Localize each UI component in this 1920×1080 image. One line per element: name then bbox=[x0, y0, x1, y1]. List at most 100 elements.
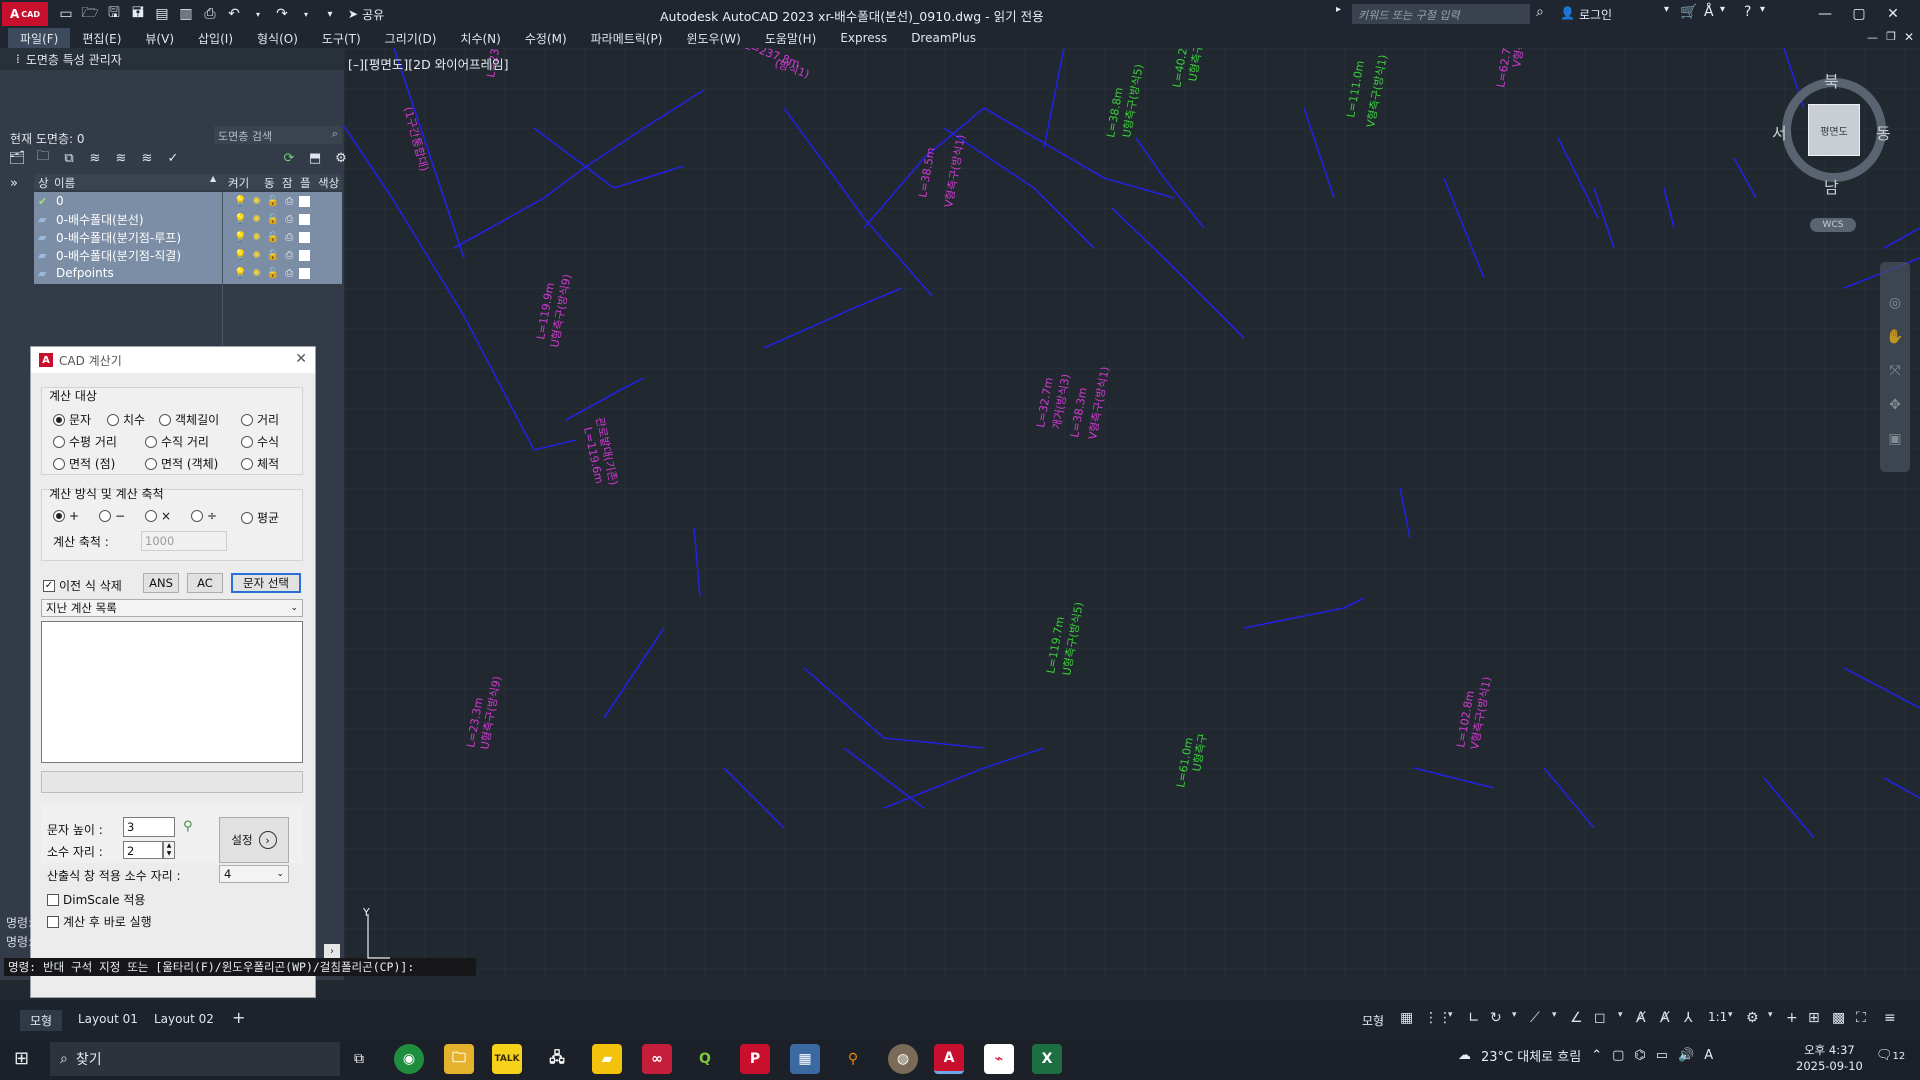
qgis-icon[interactable]: Q bbox=[690, 1044, 720, 1074]
redo-dropdown-icon[interactable]: ▾ bbox=[296, 4, 316, 24]
menu-draw[interactable]: 그리기(D) bbox=[373, 28, 449, 48]
web-mobile-save-icon[interactable]: ▥ bbox=[176, 4, 196, 24]
dimscale-checkbox[interactable]: DimScale 적용 bbox=[47, 891, 145, 908]
object-snap-tracking-icon[interactable]: ∠ bbox=[1570, 1010, 1583, 1026]
compass-south[interactable]: 남 bbox=[1824, 174, 1839, 198]
weather-label[interactable]: 23°C 대체로 흐림 bbox=[1481, 1046, 1581, 1065]
volume-icon[interactable]: 🔊 bbox=[1678, 1048, 1694, 1063]
unlock-icon[interactable]: 🔓 bbox=[267, 268, 279, 279]
undo-icon[interactable]: ↶ bbox=[224, 4, 244, 24]
select-text-button[interactable]: 문자 선택 bbox=[231, 573, 301, 593]
menu-parametric[interactable]: 파라메트릭(P) bbox=[579, 28, 675, 48]
result-textarea[interactable] bbox=[41, 621, 303, 763]
unlock-icon[interactable]: 🔓 bbox=[267, 214, 279, 225]
annotation-scale-icon[interactable]: ⅄ bbox=[1684, 1010, 1693, 1026]
menu-edit[interactable]: 편집(E) bbox=[70, 28, 133, 48]
command-line-input[interactable]: 명령: 반대 구석 지정 또는 [울타리(F)/윈도우폴리곤(WP)/걸침폴리곤… bbox=[4, 958, 476, 976]
cart-icon[interactable]: 🛒 bbox=[1680, 4, 1697, 20]
isodraft-icon[interactable]: ⟋ bbox=[1530, 1010, 1540, 1026]
plot-printer-icon[interactable]: ⎙ bbox=[285, 196, 293, 207]
on-bulb-icon[interactable]: 💡 bbox=[234, 196, 246, 207]
radio-object-length[interactable]: 객체길이 bbox=[159, 411, 219, 428]
help-dropdown-icon[interactable]: ▾ bbox=[1760, 4, 1765, 15]
tray-display-icon[interactable]: ▭ bbox=[1656, 1048, 1668, 1063]
sticky-notes-icon[interactable]: ▰ bbox=[592, 1044, 622, 1074]
undo-dropdown-icon[interactable]: ▾ bbox=[248, 4, 268, 24]
showmotion-icon[interactable]: ▣ bbox=[1880, 422, 1910, 456]
ortho-icon[interactable]: ∟ bbox=[1468, 1010, 1480, 1026]
isodraft-dropdown-icon[interactable]: ▾ bbox=[1552, 1010, 1557, 1020]
plot-printer-icon[interactable]: ⎙ bbox=[285, 268, 293, 279]
menu-format[interactable]: 형식(O) bbox=[245, 28, 310, 48]
learn-dropdown-icon[interactable]: ▾ bbox=[1720, 4, 1725, 15]
col-name[interactable]: 이름 bbox=[54, 175, 75, 191]
customization-menu-icon[interactable]: ≡ bbox=[1884, 1010, 1896, 1026]
col-color[interactable]: 색상 bbox=[318, 175, 339, 191]
navigation-bar[interactable]: ◎ ✋ ⤧ ✥ ▣ bbox=[1880, 262, 1910, 472]
new-property-filter-icon[interactable]: 🗂 bbox=[8, 150, 26, 166]
minimize-icon[interactable]: — bbox=[1812, 2, 1838, 26]
thaw-sun-icon[interactable]: ✺ bbox=[252, 268, 260, 279]
hardware-acceleration-icon[interactable]: ▩ bbox=[1832, 1010, 1845, 1026]
settings-button[interactable]: 설정 › bbox=[219, 817, 289, 863]
scale-input[interactable]: 1000 bbox=[141, 531, 227, 551]
share-button[interactable]: ➤ 공유 bbox=[348, 6, 384, 23]
plot-printer-icon[interactable]: ⎙ bbox=[285, 214, 293, 225]
radio-volume[interactable]: 체적 bbox=[241, 455, 279, 472]
help-search-input[interactable]: 키워드 또는 구절 입력 bbox=[1352, 4, 1530, 24]
menu-express[interactable]: Express bbox=[828, 28, 899, 48]
radio-vertical-distance[interactable]: 수직 거리 bbox=[145, 433, 209, 450]
maximize-icon[interactable]: ▢ bbox=[1846, 2, 1872, 26]
layer-panel-titlebar[interactable]: ⁞ 도면층 특성 관리자 bbox=[0, 48, 344, 70]
menu-help[interactable]: 도움말(H) bbox=[753, 28, 829, 48]
model-space-toggle[interactable]: 모형 bbox=[1358, 1010, 1388, 1031]
layer-row[interactable]: ▰ 0-배수폴대(분기점-루프) bbox=[34, 228, 224, 246]
new-group-filter-icon[interactable]: 🗀 bbox=[34, 149, 52, 166]
close-icon[interactable]: ✕ bbox=[1880, 2, 1906, 26]
color-swatch[interactable] bbox=[299, 267, 311, 279]
expression-field[interactable] bbox=[41, 771, 303, 793]
tray-chevron-up-icon[interactable]: ⌃ bbox=[1591, 1048, 1602, 1063]
menu-modify[interactable]: 수정(M) bbox=[513, 28, 579, 48]
pdf-icon[interactable]: ⌁ bbox=[984, 1044, 1014, 1074]
layer-states-icon[interactable]: ⧉ bbox=[60, 150, 78, 166]
units-icon[interactable]: ⊞ bbox=[1808, 1010, 1820, 1026]
pick-height-icon[interactable]: ⚲ bbox=[183, 819, 193, 834]
col-plot[interactable]: 플 bbox=[300, 175, 311, 191]
task-view-icon[interactable]: ⧉ bbox=[344, 1044, 374, 1074]
col-freeze[interactable]: 동 bbox=[264, 175, 275, 191]
plot-printer-icon[interactable]: ⎙ bbox=[285, 250, 293, 261]
zoom-extents-icon[interactable]: ⤧ bbox=[1880, 354, 1910, 388]
polar-tracking-icon[interactable]: ↻ bbox=[1490, 1010, 1502, 1026]
output-decimal-select[interactable]: 4 ⌄ bbox=[219, 865, 289, 883]
tray-app-icon[interactable]: ▢ bbox=[1612, 1048, 1624, 1063]
search-tool-icon[interactable]: ⚲ bbox=[838, 1044, 868, 1074]
radio-horizontal-distance[interactable]: 수평 거리 bbox=[53, 433, 117, 450]
workspace-gear-icon[interactable]: ⚙ bbox=[1746, 1010, 1759, 1026]
run-after-checkbox[interactable]: 계산 후 바로 실행 bbox=[47, 913, 152, 930]
menu-dreamplus[interactable]: DreamPlus bbox=[899, 28, 988, 48]
on-bulb-icon[interactable]: 💡 bbox=[234, 232, 246, 243]
menu-file[interactable]: 파일(F) bbox=[8, 28, 71, 48]
windows-start-icon[interactable]: ⊞ bbox=[14, 1048, 29, 1069]
login-dropdown-icon[interactable]: ▾ bbox=[1664, 4, 1669, 15]
menu-insert[interactable]: 삽입(I) bbox=[186, 28, 245, 48]
radio-subtract[interactable]: − bbox=[99, 509, 125, 523]
web-mobile-open-icon[interactable]: ▤ bbox=[152, 4, 172, 24]
radio-average[interactable]: 평균 bbox=[241, 509, 279, 526]
delete-previous-checkbox[interactable]: ✓ 이전 식 삭제 bbox=[43, 577, 122, 594]
color-swatch[interactable] bbox=[299, 249, 311, 261]
compass-east[interactable]: 동 bbox=[1876, 120, 1891, 144]
help-icon[interactable]: ? bbox=[1744, 4, 1751, 20]
unlock-icon[interactable]: 🔓 bbox=[267, 196, 279, 207]
red-app-icon[interactable]: ∞ bbox=[642, 1044, 672, 1074]
search-icon[interactable]: ⌕ bbox=[1536, 4, 1544, 20]
annotation-visibility-icon[interactable]: Ⱥ bbox=[1636, 1010, 1646, 1026]
pan-icon[interactable]: ✋ bbox=[1880, 320, 1910, 354]
color-swatch[interactable] bbox=[299, 195, 311, 207]
workspace-dropdown-icon[interactable]: ▾ bbox=[1768, 1010, 1773, 1020]
on-bulb-icon[interactable]: 💡 bbox=[234, 268, 246, 279]
object-snap-icon[interactable]: ◻ bbox=[1594, 1010, 1606, 1026]
col-status[interactable]: 상 bbox=[38, 175, 49, 191]
grid-icon[interactable]: ▦ bbox=[1400, 1010, 1413, 1026]
